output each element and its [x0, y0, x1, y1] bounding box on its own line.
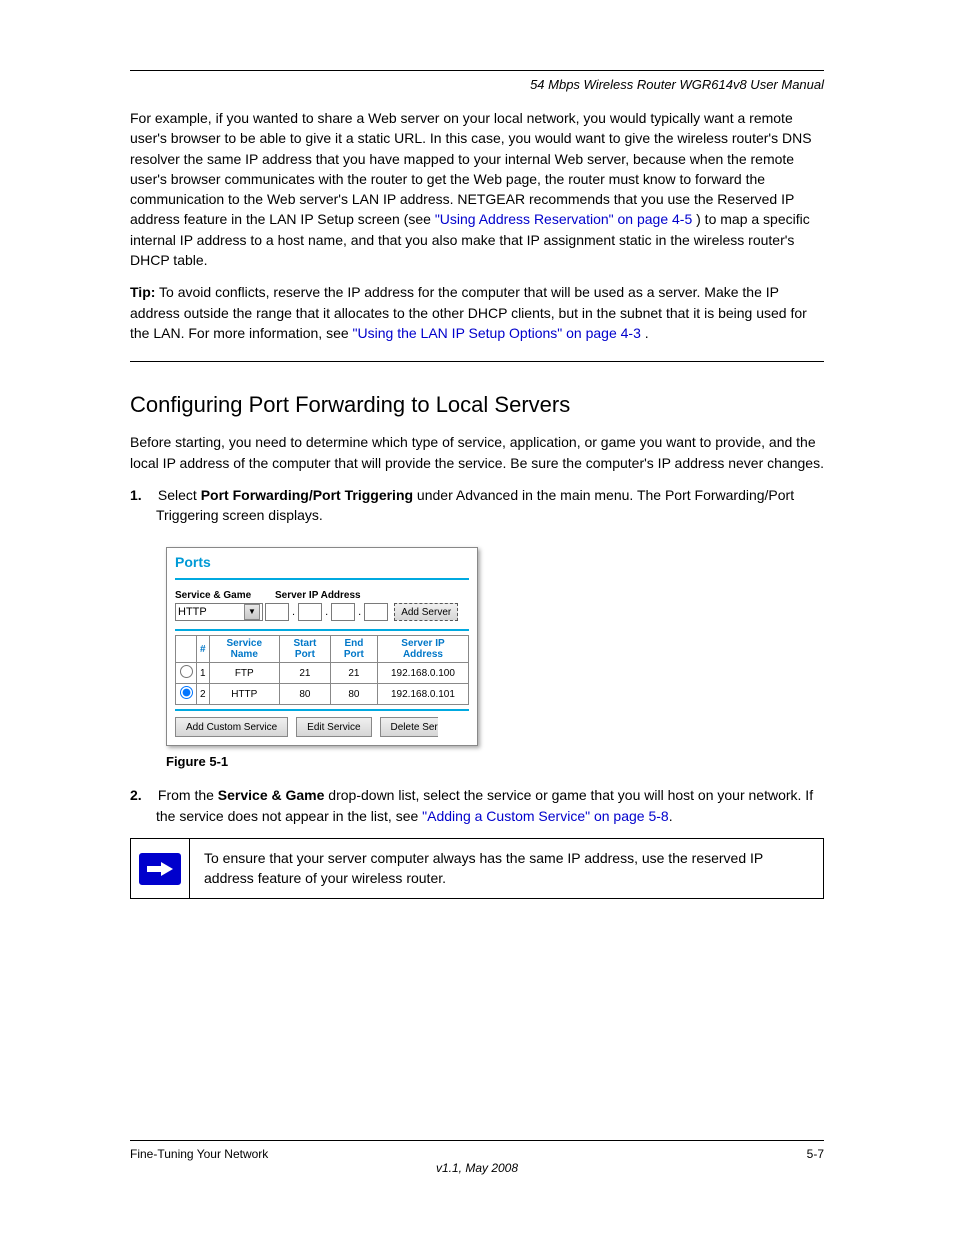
footer-left: Fine-Tuning Your Network	[130, 1147, 268, 1161]
row-start: 80	[279, 684, 330, 705]
step1-bold: Port Forwarding/Port Triggering	[201, 487, 413, 503]
delete-service-button[interactable]: Delete Ser	[380, 717, 438, 737]
add-server-button[interactable]: Add Server	[394, 603, 458, 621]
step2-bold1: Service & Game	[218, 787, 325, 803]
ip-octet-4[interactable]	[364, 603, 388, 621]
footer-center: v1.1, May 2008	[130, 1161, 824, 1175]
col-end: End Port	[330, 636, 377, 663]
doc-header: 54 Mbps Wireless Router WGR614v8 User Ma…	[130, 77, 824, 92]
step2-num: 2.	[130, 785, 154, 805]
note-arrow-icon	[139, 853, 181, 885]
chevron-down-icon[interactable]: ▼	[244, 604, 260, 620]
row-end: 80	[330, 684, 377, 705]
footer-right: 5-7	[807, 1147, 824, 1161]
note-box: To ensure that your server computer alwa…	[130, 838, 824, 899]
step-1: 1. Select Port Forwarding/Port Triggerin…	[156, 485, 824, 526]
step-2: 2. From the Service & Game drop-down lis…	[156, 785, 824, 826]
section-heading: Configuring Port Forwarding to Local Ser…	[130, 392, 824, 418]
col-radio	[176, 636, 197, 663]
row-num: 1	[197, 663, 210, 684]
paragraph-intro: For example, if you wanted to share a We…	[130, 108, 824, 270]
tip-label: Tip:	[130, 284, 155, 300]
figure-caption: Figure 5-1	[166, 754, 824, 769]
row-ip: 192.168.0.101	[377, 684, 468, 705]
paragraph-tip: Tip: To avoid conflicts, reserve the IP …	[130, 282, 824, 343]
col-ip: Server IP Address	[377, 636, 468, 663]
section-p1: Before starting, you need to determine w…	[130, 432, 824, 473]
row-service: HTTP	[209, 684, 279, 705]
ports-table: # Service Name Start Port End Port Serve…	[175, 635, 469, 705]
step1-a: Select	[158, 487, 201, 503]
row-start: 21	[279, 663, 330, 684]
row-radio[interactable]	[180, 686, 193, 699]
ports-title: Ports	[175, 552, 469, 576]
service-game-select[interactable]: HTTP ▼	[175, 603, 263, 621]
row-service: FTP	[209, 663, 279, 684]
row-end: 21	[330, 663, 377, 684]
figure-ports-panel: Ports Service & Game Server IP Address H…	[166, 547, 824, 746]
step2-a: From the	[158, 787, 218, 803]
edit-service-button[interactable]: Edit Service	[296, 717, 371, 737]
col-service: Service Name	[209, 636, 279, 663]
row-num: 2	[197, 684, 210, 705]
intro-link[interactable]: "Using Address Reservation" on page 4-5	[435, 211, 692, 227]
add-custom-service-button[interactable]: Add Custom Service	[175, 717, 288, 737]
tip-link[interactable]: "Using the LAN IP Setup Options" on page…	[353, 325, 641, 341]
label-server-ip: Server IP Address	[275, 590, 361, 601]
table-row: 2HTTP8080192.168.0.101	[176, 684, 469, 705]
row-radio[interactable]	[180, 665, 193, 678]
table-row: 1FTP2121192.168.0.100	[176, 663, 469, 684]
step2-link[interactable]: "Adding a Custom Service" on page 5-8	[422, 808, 669, 824]
ip-octet-1[interactable]	[265, 603, 289, 621]
col-num: #	[197, 636, 210, 663]
step2-c: .	[669, 808, 673, 824]
intro-text: For example, if you wanted to share a We…	[130, 110, 812, 227]
note-text: To ensure that your server computer alwa…	[190, 839, 823, 898]
col-start: Start Port	[279, 636, 330, 663]
ip-octet-3[interactable]	[331, 603, 355, 621]
label-service-game: Service & Game	[175, 590, 275, 601]
ip-octet-2[interactable]	[298, 603, 322, 621]
select-value: HTTP	[178, 606, 207, 618]
tip-after: .	[645, 325, 649, 341]
row-ip: 192.168.0.100	[377, 663, 468, 684]
step1-num: 1.	[130, 485, 154, 505]
